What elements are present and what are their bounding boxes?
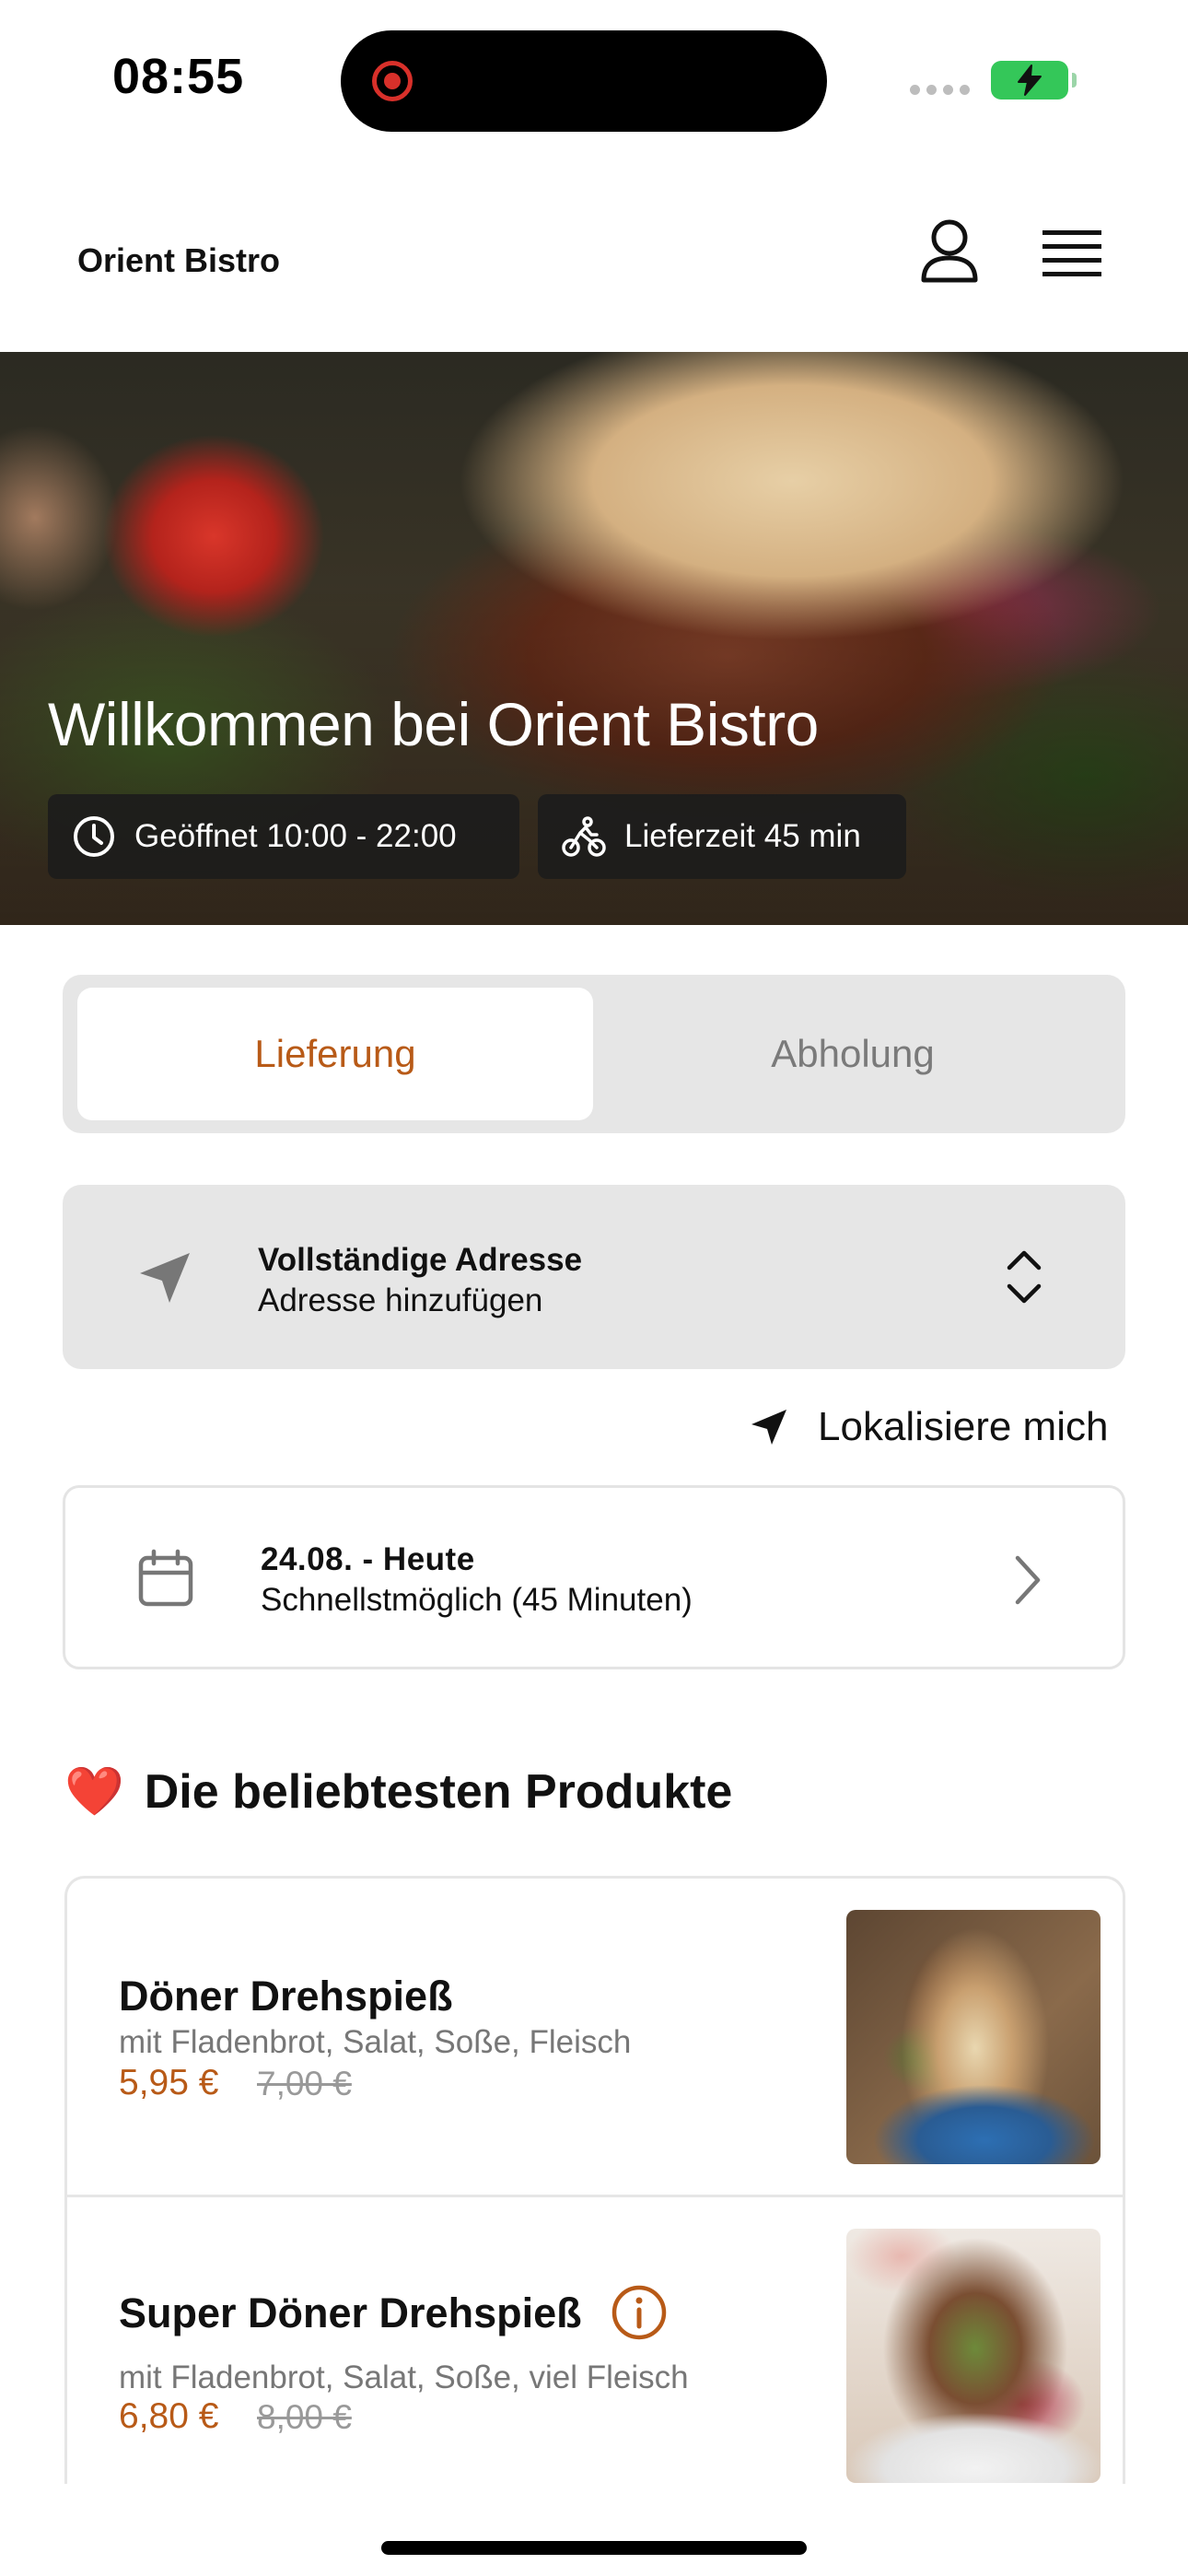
menu-icon[interactable] [1041, 227, 1103, 280]
address-selector[interactable]: Vollständige Adresse Adresse hinzufügen [63, 1185, 1125, 1369]
heart-icon: ❤️ [64, 1765, 124, 1819]
calendar-icon [138, 1549, 193, 1607]
app-header: Orient Bistro [0, 157, 1188, 352]
locate-me-button[interactable]: Lokalisiere mich [748, 1399, 1108, 1456]
delivery-time-chip: Lieferzeit 45 min [538, 794, 906, 879]
order-mode-toggle: Lieferung Abholung [63, 975, 1125, 1133]
product-old-price: 8,00 € [257, 2398, 352, 2436]
status-bar: 08:55 [0, 0, 1188, 157]
home-indicator[interactable] [381, 2541, 807, 2555]
product-image[interactable] [846, 2229, 1101, 2483]
popular-products-heading: ❤️ Die beliebtesten Produkte [64, 1763, 732, 1820]
locate-me-label: Lokalisiere mich [818, 1404, 1109, 1449]
product-image[interactable] [846, 1910, 1101, 2164]
user-icon[interactable] [919, 217, 980, 284]
chevron-right-icon [1015, 1555, 1041, 1605]
product-name: Super Döner Drehspieß [119, 2289, 582, 2336]
recording-indicator-icon [372, 61, 413, 101]
navigation-arrow-icon [140, 1253, 190, 1303]
clock-icon [74, 816, 114, 857]
opening-hours-label: Geöffnet 10:00 - 22:00 [134, 818, 457, 854]
product-name: Döner Drehspieß [119, 1973, 453, 2020]
product-description: mit Fladenbrot, Salat, Soße, Fleisch [119, 2024, 632, 2060]
dynamic-island [341, 30, 827, 132]
product-price: 6,80 € [119, 2396, 219, 2436]
info-icon[interactable] [611, 2284, 668, 2341]
delivery-time-label: Lieferzeit 45 min [624, 818, 861, 854]
address-title: Vollständige Adresse [258, 1242, 583, 1278]
delivery-date: 24.08. - Heute [261, 1541, 475, 1577]
location-arrow-icon [751, 1410, 786, 1445]
chevron-up-down-icon [1007, 1250, 1042, 1304]
opening-hours-chip: Geöffnet 10:00 - 22:00 [48, 794, 519, 879]
brand-name[interactable]: Orient Bistro [77, 241, 280, 280]
status-time: 08:55 [112, 49, 245, 104]
product-list: Döner Drehspieß mit Fladenbrot, Salat, S… [64, 1876, 1125, 2484]
product-card[interactable]: Super Döner Drehspieß mit Fladenbrot, Sa… [67, 2197, 1123, 2484]
pickup-tab[interactable]: Abholung [595, 988, 1111, 1120]
hero-banner: Willkommen bei Orient Bistro Geöffnet 10… [0, 352, 1188, 925]
hero-title: Willkommen bei Orient Bistro [48, 690, 819, 758]
delivery-time-option: Schnellstmöglich (45 Minuten) [261, 1582, 693, 1618]
delivery-time-selector[interactable]: 24.08. - Heute Schnellstmöglich (45 Minu… [63, 1485, 1125, 1669]
product-price: 5,95 € [119, 2063, 219, 2102]
delivery-tab[interactable]: Lieferung [77, 988, 593, 1120]
popular-products-title: Die beliebtesten Produkte [144, 1764, 733, 1819]
product-old-price: 7,00 € [257, 2065, 352, 2102]
bicycle-courier-icon [562, 816, 606, 857]
product-description: mit Fladenbrot, Salat, Soße, viel Fleisc… [119, 2359, 689, 2395]
product-card[interactable]: Döner Drehspieß mit Fladenbrot, Salat, S… [67, 1879, 1123, 2197]
address-subtitle: Adresse hinzufügen [258, 1282, 543, 1318]
battery-charging-icon [991, 61, 1077, 100]
cellular-signal-icon [910, 85, 970, 95]
